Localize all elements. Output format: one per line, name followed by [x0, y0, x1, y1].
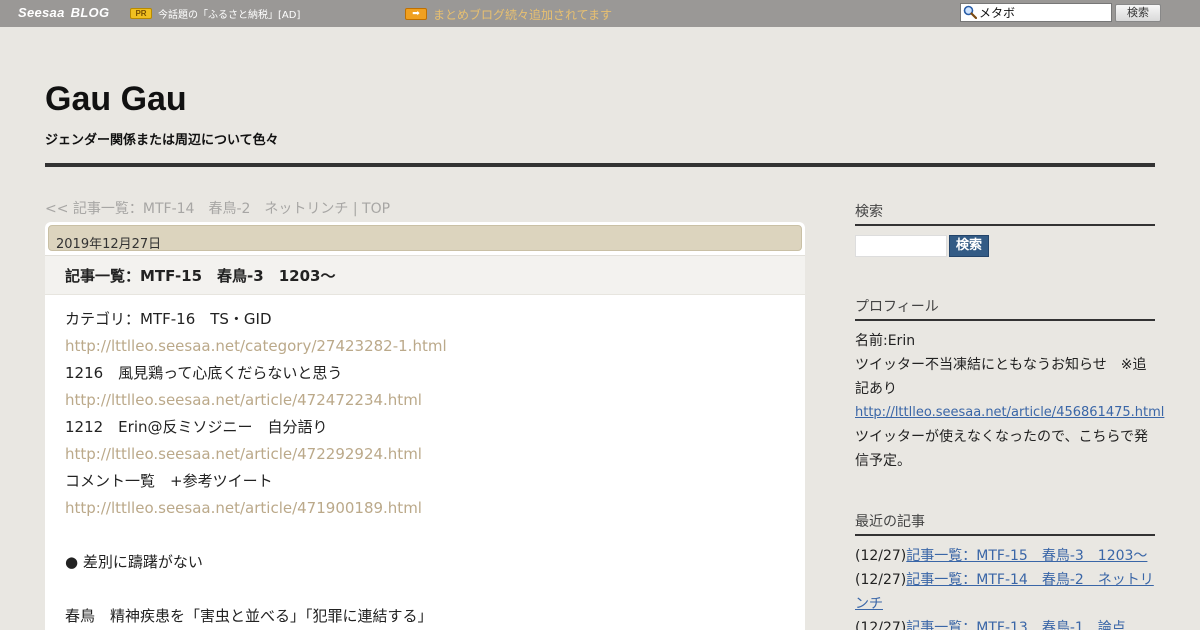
top-search-box [960, 3, 1112, 22]
body-link[interactable]: http://lttlleo.seesaa.net/article/472292… [65, 441, 785, 468]
top-search-input[interactable] [979, 4, 1109, 21]
recent-date: (12/27) [855, 572, 907, 588]
article: 2019年12月27日 記事一覧：MTF-15 春鳥-3 1203～ カテゴリ：… [45, 222, 805, 630]
news-link[interactable]: まとめブログ続々追加されてます [433, 6, 612, 23]
body-link[interactable]: http://lttlleo.seesaa.net/article/472472… [65, 387, 785, 414]
arrow-right-icon: ➡ [405, 8, 427, 20]
recent-item: ンチ [855, 592, 1155, 616]
body-blank-line [65, 576, 785, 603]
logo-brand: Seesaa [18, 5, 65, 20]
sidebar-recent-list: (12/27)記事一覧：MTF-15 春鳥-3 1203～ (12/27)記事一… [855, 544, 1155, 630]
profile-notice: ツイッター不当凍結にともなうお知らせ ※追 [855, 357, 1147, 373]
sidebar-search-input[interactable] [855, 235, 947, 257]
article-date: 2019年12月27日 [48, 225, 802, 252]
recent-item: (12/27)記事一覧：MTF-13 春鳥-1 論点 [855, 616, 1155, 630]
sidebar-profile: 名前:Erin ツイッター不当凍結にともなうお知らせ ※追 記あり http:/… [855, 329, 1164, 473]
pr-ad-link[interactable]: 今話題の「ふるさと納税」[AD] [158, 6, 300, 21]
body-line: 1212 Erin@反ミソジニー 自分語り [65, 418, 328, 436]
prev-article-link[interactable]: << 記事一覧：MTF-14 春鳥-2 ネットリンチ [45, 201, 348, 217]
body-link[interactable]: http://lttlleo.seesaa.net/article/471900… [65, 495, 785, 522]
recent-item: (12/27)記事一覧：MTF-15 春鳥-3 1203～ [855, 544, 1155, 568]
body-blank-line [65, 522, 785, 549]
pr-badge: PR [130, 8, 152, 19]
recent-date: (12/27) [855, 620, 907, 630]
recent-item: (12/27)記事一覧：MTF-14 春鳥-2 ネットリ [855, 568, 1155, 592]
top-link[interactable]: TOP [362, 201, 390, 217]
sidebar-search-heading: 検索 [855, 201, 1155, 226]
blog-title[interactable]: Gau Gau [45, 80, 187, 119]
article-nav: << 記事一覧：MTF-14 春鳥-2 ネットリンチ | TOP [45, 198, 390, 218]
search-icon [963, 5, 977, 19]
header-divider [45, 163, 1155, 167]
body-link[interactable]: http://lttlleo.seesaa.net/category/27423… [65, 333, 785, 360]
recent-link[interactable]: 記事一覧：MTF-14 春鳥-2 ネットリ [906, 572, 1154, 588]
recent-date: (12/27) [855, 548, 907, 564]
sidebar-profile-heading: プロフィール [855, 296, 1155, 321]
sidebar-search-button[interactable]: 検索 [949, 235, 989, 257]
article-body: カテゴリ：MTF-16 TS・GID http://lttlleo.seesaa… [65, 306, 785, 630]
seesaa-blog-logo[interactable]: Seesaa BLOG [18, 5, 109, 20]
profile-note: 信予定。 [855, 453, 911, 469]
blog-description: ジェンダー関係または周辺について色々 [45, 133, 279, 148]
recent-link[interactable]: 記事一覧：MTF-13 春鳥-1 論点 [906, 620, 1126, 630]
profile-name: 名前:Erin [855, 333, 916, 349]
article-title[interactable]: 記事一覧：MTF-15 春鳥-3 1203～ [65, 265, 335, 286]
body-line: 春鳥 精神疾患を「害虫と並べる」「犯罪に連結する」 [65, 607, 433, 625]
body-line: カテゴリ：MTF-16 TS・GID [65, 310, 272, 328]
top-bar: Seesaa BLOG PR 今話題の「ふるさと納税」[AD] ➡ まとめブログ続… [0, 0, 1200, 27]
top-search-button[interactable]: 検索 [1115, 4, 1161, 22]
article-title-band: 記事一覧：MTF-15 春鳥-3 1203～ [45, 255, 805, 295]
profile-link[interactable]: http://lttlleo.seesaa.net/article/456861… [855, 401, 1164, 425]
body-line: 1216 風見鶏って心底くだらないと思う [65, 364, 343, 382]
body-line: コメント一覧 +参考ツイート [65, 472, 273, 490]
recent-link[interactable]: ンチ [855, 596, 883, 612]
profile-note: ツイッターが使えなくなったので、こちらで発 [855, 429, 1149, 445]
nav-separator: | [348, 201, 363, 217]
profile-notice: 記あり [855, 381, 897, 397]
recent-link[interactable]: 記事一覧：MTF-15 春鳥-3 1203～ [906, 548, 1147, 564]
body-line: ● 差別に躊躇がない [65, 553, 203, 571]
sidebar-recent-heading: 最近の記事 [855, 511, 1155, 536]
logo-blog: BLOG [70, 5, 110, 20]
